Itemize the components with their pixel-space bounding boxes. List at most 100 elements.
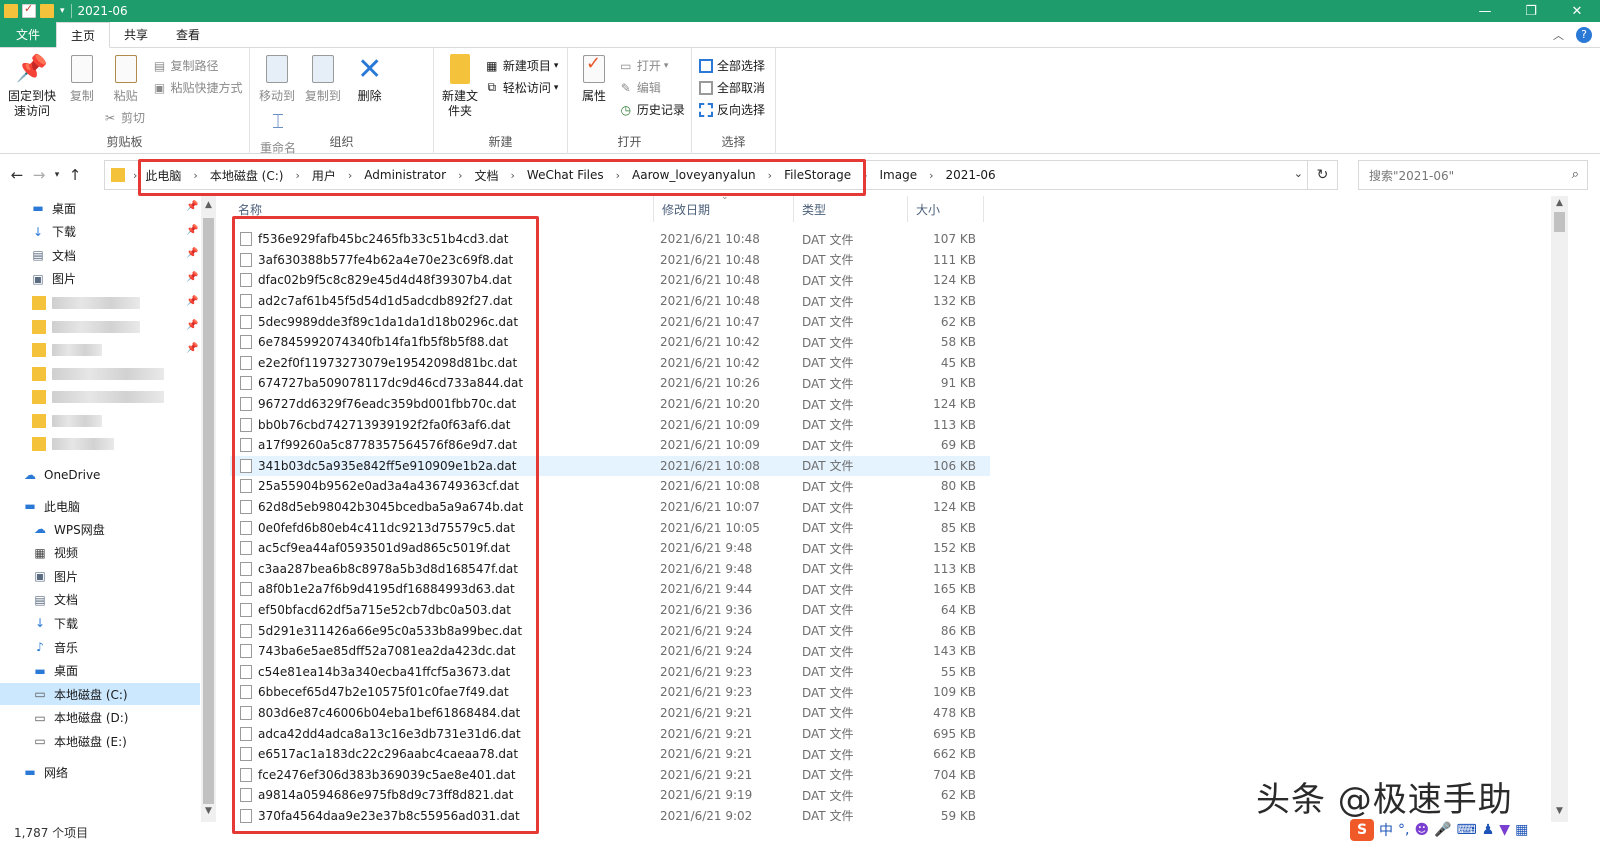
column-header-type[interactable]: 类型 [794, 196, 908, 222]
paste-shortcut-button[interactable]: ▣ 粘贴快捷方式 [151, 78, 243, 97]
breadcrumb-item[interactable]: 用户 [310, 167, 338, 184]
properties-icon[interactable] [22, 2, 36, 18]
file-row[interactable]: e6517ac1a183dc22c296aabc4caeaa78.dat 2021… [230, 744, 990, 765]
pin-icon[interactable]: 📌 [186, 201, 198, 212]
invert-selection-button[interactable]: 反向选择 [698, 100, 765, 119]
copy-to-button[interactable]: 复制到 [302, 52, 344, 104]
open-button[interactable]: ▭ 打开 ▾ [618, 56, 685, 75]
ime-language[interactable]: 中 [1379, 820, 1393, 840]
new-folder-button[interactable]: 新建文件夹 [440, 52, 480, 119]
file-row[interactable]: 0e0fefd6b80eb4c411dc9213d75579c5.dat 2021… [230, 517, 990, 538]
file-row[interactable]: 25a55904b9562e0ad3a4a436749363cf.dat 2021… [230, 476, 990, 497]
recent-locations-icon[interactable]: ▾ [50, 160, 64, 190]
paste-button[interactable]: 粘贴 [106, 52, 146, 104]
properties-button[interactable]: ✓ 属性 [574, 52, 614, 104]
file-row[interactable]: 743ba6e5ae85dff52a7081ea2da423dc.dat 2021… [230, 641, 990, 662]
pin-icon[interactable]: 📌 [186, 296, 198, 307]
nav-item[interactable]: ♪ 音乐 [0, 636, 200, 658]
nav-item[interactable]: ▭ 本地磁盘 (D:) [0, 707, 200, 729]
chevron-right-icon[interactable]: › [768, 169, 772, 182]
file-row[interactable]: a17f99260a5c8778357564576f86e9d7.dat 2021… [230, 435, 990, 456]
file-row[interactable]: 341b03dc5a935e842ff5e910909e1b2a.dat 2021… [230, 455, 990, 477]
file-row[interactable]: 5dec9989dde3f89c1da1da1d18b0296c.dat 2021… [230, 311, 990, 332]
file-row[interactable]: a8f0b1e2a7f6b9d4195df16884993d63.dat 2021… [230, 579, 990, 600]
breadcrumb-item[interactable]: WeChat Files [525, 168, 606, 182]
folder-icon[interactable] [4, 4, 18, 18]
scroll-up-icon[interactable]: ▲ [1551, 198, 1568, 208]
history-button[interactable]: ◷ 历史记录 [618, 100, 685, 119]
pin-icon[interactable]: 📌 [186, 343, 198, 354]
forward-icon[interactable]: → [28, 160, 50, 190]
help-icon[interactable]: ? [1576, 26, 1592, 43]
nav-item[interactable]: ☁ WPS网盘 [0, 518, 200, 540]
file-row[interactable]: 6bbecef65d47b2e10575f01c0fae7f49.dat 2021… [230, 682, 990, 703]
microphone-icon[interactable]: 🎤 [1434, 822, 1451, 838]
nav-item-redacted[interactable] [0, 386, 200, 408]
file-row[interactable]: f536e929fafb45bc2465fb33c51b4cd3.dat 2021… [230, 229, 990, 250]
sogou-logo-icon[interactable]: S [1350, 819, 1374, 841]
chevron-down-icon[interactable]: ⌄ [1294, 167, 1303, 180]
select-none-button[interactable]: 全部取消 [698, 78, 765, 97]
file-row[interactable]: 3af630388b577fe4b62a4e70e23c69f8.dat 2021… [230, 250, 990, 271]
copy-button[interactable]: 复制 [62, 52, 102, 104]
breadcrumb-item[interactable]: Administrator [362, 168, 448, 182]
file-row[interactable]: e2e2f0f11973273079e19542098d81bc.dat 2021… [230, 353, 990, 374]
file-row[interactable]: 5d291e311426a66e95c0a533b8a99bec.dat 2021… [230, 620, 990, 641]
chevron-right-icon[interactable]: › [616, 169, 620, 182]
toolbox-icon[interactable]: ▦ [1515, 822, 1528, 838]
scroll-up-icon[interactable]: ▲ [201, 200, 216, 210]
pin-to-quick-access-button[interactable]: 📌 固定到快速访问 [6, 52, 58, 119]
pin-icon[interactable]: 📌 [186, 320, 198, 331]
minimize-button[interactable]: — [1462, 0, 1508, 22]
column-header-size[interactable]: 大小 [908, 196, 984, 222]
new-item-button[interactable]: ▦ 新建项目 ▾ [484, 56, 558, 75]
nav-item[interactable]: ▣ 图片 [0, 565, 200, 587]
nav-item-redacted[interactable] [0, 363, 200, 385]
tab-view[interactable]: 查看 [162, 22, 214, 47]
keyboard-icon[interactable]: ⌨ [1457, 822, 1477, 838]
nav-item[interactable]: ▬ 此电脑 [0, 495, 200, 517]
nav-item[interactable]: ☁ OneDrive [0, 464, 200, 486]
file-list-scrollbar-thumb[interactable] [1554, 212, 1565, 232]
file-row[interactable]: adca42dd4adca8a13c16e3db731e31d6.dat 2021… [230, 723, 990, 744]
file-row[interactable]: 62d8d5eb98042b3045bcedba5a9a674b.dat 2021… [230, 497, 990, 518]
nav-item-redacted[interactable] [0, 339, 200, 361]
tab-home[interactable]: 主页 [56, 22, 111, 48]
nav-item[interactable]: ▤ 文档 [0, 589, 200, 611]
copy-path-button[interactable]: ▤ 复制路径 [151, 56, 242, 75]
nav-item-redacted[interactable] [0, 410, 200, 432]
pin-icon[interactable]: 📌 [186, 248, 198, 259]
nav-item[interactable]: ▤ 文档 [0, 244, 200, 266]
chevron-right-icon[interactable]: › [929, 169, 933, 182]
scroll-down-icon[interactable]: ▼ [201, 806, 216, 816]
pin-icon[interactable]: 📌 [186, 272, 198, 283]
back-icon[interactable]: ← [6, 160, 28, 190]
nav-item-redacted[interactable] [0, 433, 200, 455]
breadcrumb-item[interactable]: 文档 [472, 167, 500, 184]
file-row[interactable]: 674727ba509078117dc9d46cd733a844.dat 2021… [230, 373, 990, 394]
cut-button[interactable]: ✂ 剪切 [102, 108, 145, 127]
pin-icon[interactable]: 📌 [186, 225, 198, 236]
nav-item-redacted[interactable] [0, 292, 200, 314]
nav-item-redacted[interactable] [0, 316, 200, 338]
delete-button[interactable]: ✕ 删除 [348, 52, 392, 104]
chevron-down-icon[interactable]: ▾ [60, 6, 65, 16]
chevron-right-icon[interactable]: › [458, 169, 462, 182]
file-row[interactable]: c3aa287bea6b8c8978a5b3d8d168547f.dat 2021… [230, 559, 990, 580]
nav-item[interactable]: ▬ 桌面 [0, 197, 200, 219]
nav-item[interactable]: ▬ 桌面 [0, 660, 200, 682]
breadcrumb-item[interactable]: Aarow_loveyanyalun [630, 168, 758, 182]
up-icon[interactable]: ↑ [64, 160, 86, 190]
tab-file[interactable]: 文件 [0, 22, 57, 47]
search-input[interactable]: 搜索"2021-06" ⌕ [1358, 160, 1588, 190]
collapse-ribbon-icon[interactable]: ︿ [1553, 27, 1564, 43]
file-row[interactable]: c54e81ea14b3a340ecba41ffcf5a3673.dat 2021… [230, 661, 990, 682]
breadcrumb-item[interactable]: FileStorage [782, 168, 853, 182]
chevron-right-icon[interactable]: › [511, 169, 515, 182]
nav-item[interactable]: ▭ 本地磁盘 (C:) [0, 683, 200, 706]
file-list-scrollbar[interactable]: ▲ ▼ [1551, 196, 1568, 822]
move-to-button[interactable]: 移动到 [256, 52, 298, 104]
nav-item[interactable]: ▦ 视频 [0, 542, 200, 564]
nav-item[interactable]: ↓ 下载 [0, 221, 200, 243]
file-row[interactable]: a9814a0594686e975fb8d9c73ff8d821.dat 2021… [230, 785, 990, 806]
